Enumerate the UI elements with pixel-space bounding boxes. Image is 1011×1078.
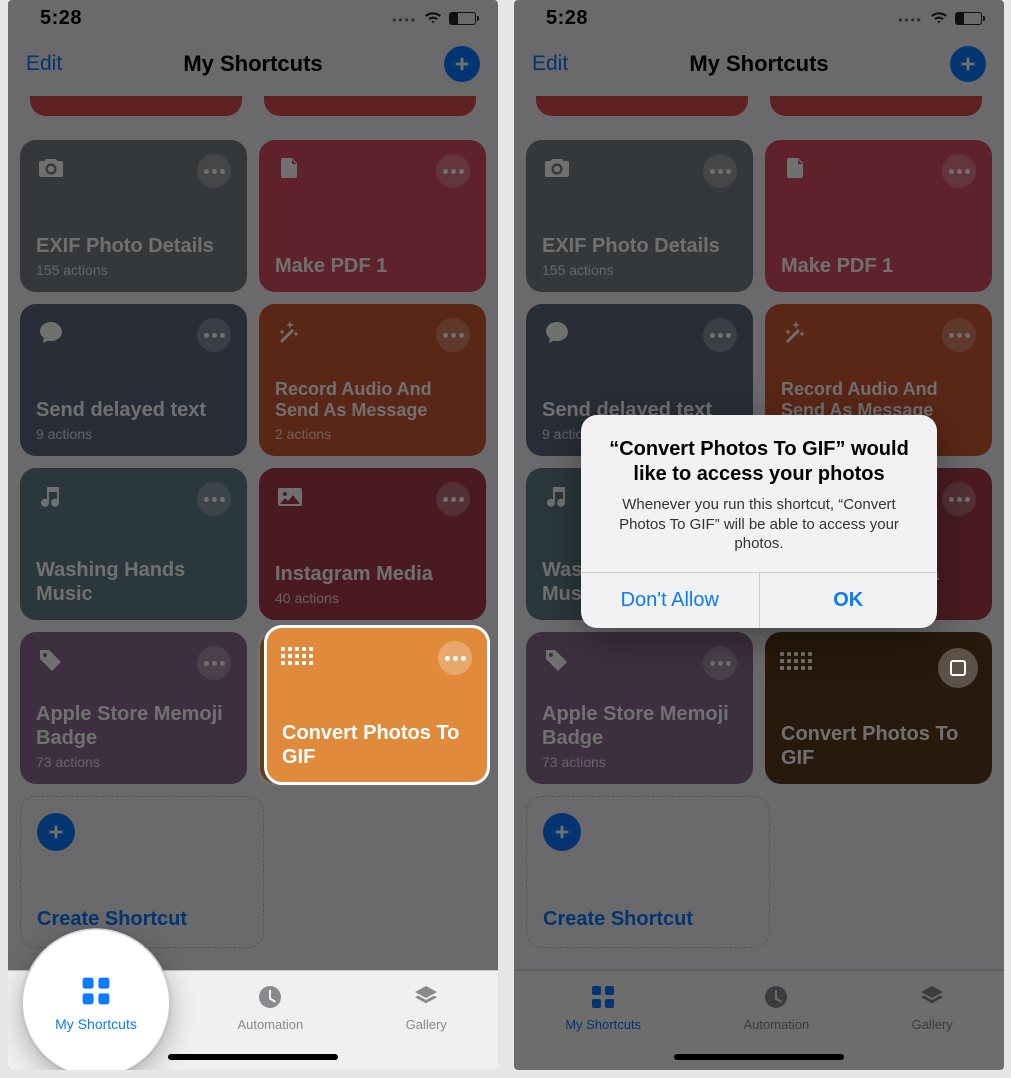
tab-gallery[interactable]: Gallery (406, 983, 447, 1070)
clock-icon (256, 983, 284, 1011)
alert-dont-allow-button[interactable]: Don't Allow (581, 573, 759, 628)
dim-overlay (8, 0, 498, 1070)
grid4-icon (79, 974, 113, 1008)
layers-icon (412, 983, 440, 1011)
shortcut-name: Convert Photos To GIF (282, 721, 472, 769)
tab-my-shortcuts-highlight[interactable]: My Shortcuts (23, 930, 169, 1070)
tab-label: Automation (237, 1017, 303, 1032)
grid-icon (282, 641, 312, 671)
tab-label: Gallery (406, 1017, 447, 1032)
alert-message: Whenever you run this shortcut, “Convert… (601, 495, 917, 554)
home-indicator (168, 1054, 338, 1060)
stop-icon (950, 660, 966, 676)
screenshot-right: 5:28 •••• Edit My Shortcuts EXIF Photo D… (514, 0, 1004, 1070)
screenshot-left: 5:28 •••• Edit My Shortcuts EXIF Photo D… (8, 0, 498, 1070)
alert-title: “Convert Photos To GIF” would like to ac… (601, 437, 917, 487)
alert-ok-button[interactable]: OK (759, 573, 938, 628)
stop-button[interactable] (938, 648, 978, 688)
tab-label: My Shortcuts (55, 1016, 137, 1032)
permission-alert: “Convert Photos To GIF” would like to ac… (581, 415, 937, 628)
more-button[interactable] (438, 641, 472, 675)
shortcut-card-convert-gif-highlight[interactable]: Convert Photos To GIF (266, 627, 488, 783)
